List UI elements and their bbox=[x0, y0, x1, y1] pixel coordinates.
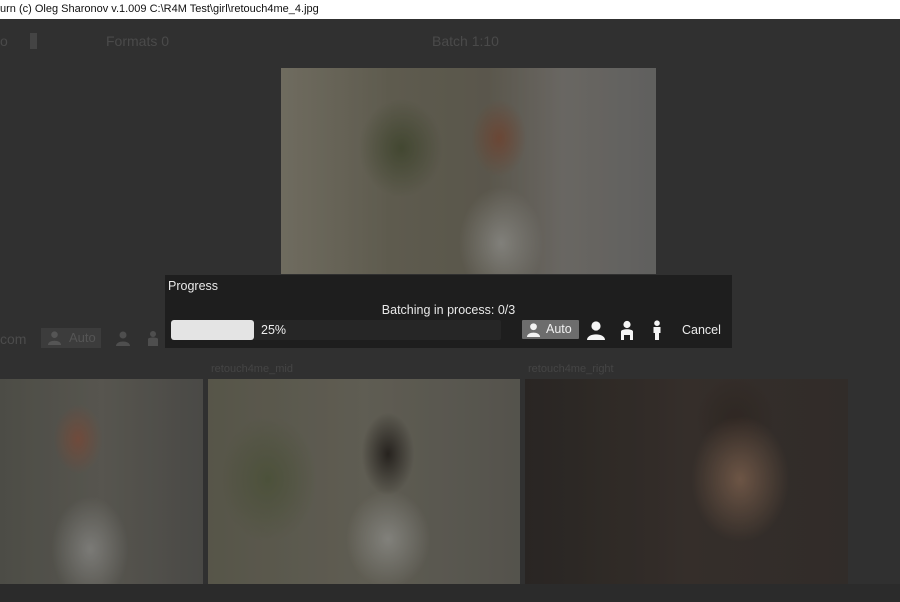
cancel-button[interactable]: Cancel bbox=[682, 323, 721, 337]
main-preview-photo bbox=[281, 68, 656, 274]
background-toolbar-center-text: Formats 0 bbox=[106, 33, 170, 49]
background-side-text: com bbox=[0, 331, 27, 347]
thumbnail-photo-middle[interactable] bbox=[208, 379, 520, 584]
progress-dialog: Progress Batching in process: 0/3 25% Au… bbox=[165, 275, 732, 348]
background-auto-label: Auto bbox=[69, 330, 96, 345]
background-person-icon bbox=[47, 331, 62, 345]
person-half-icon[interactable] bbox=[617, 320, 637, 340]
window-titlebar: urn (c) Oleg Sharonov v.1.009 C:\R4M Tes… bbox=[0, 0, 900, 19]
thumbnail-photo-left[interactable] bbox=[0, 379, 203, 584]
thumbnail-photo-right[interactable] bbox=[525, 379, 848, 584]
thumbnail-label: retouch4me_right bbox=[528, 363, 614, 375]
progress-bar bbox=[171, 320, 501, 340]
background-toolbar-left-text: o bbox=[0, 33, 8, 49]
dialog-title: Progress bbox=[168, 279, 219, 293]
background-portrait-icon bbox=[116, 331, 130, 346]
progress-percent: 25% bbox=[261, 323, 287, 337]
person-full-icon[interactable] bbox=[647, 320, 667, 340]
auto-mode-label: Auto bbox=[546, 322, 572, 336]
background-toolbar-right-text: Batch 1:10 bbox=[432, 33, 499, 49]
background-toolbar: o Formats 0 Batch 1:10 bbox=[0, 33, 900, 53]
person-portrait-icon[interactable] bbox=[586, 320, 606, 340]
bottom-strip bbox=[0, 584, 900, 602]
background-toolbar-handle bbox=[30, 33, 37, 49]
auto-mode-button[interactable]: Auto bbox=[522, 320, 579, 339]
batch-status-text: Batching in process: 0/3 bbox=[381, 303, 516, 317]
window-title: urn (c) Oleg Sharonov v.1.009 C:\R4M Tes… bbox=[0, 3, 319, 15]
app-window: o Formats 0 Batch 1:10 com Auto retouch4… bbox=[0, 19, 900, 602]
background-auto-button: Auto bbox=[41, 328, 101, 348]
background-half-icon bbox=[148, 331, 158, 346]
thumbnail-label: retouch4me_mid bbox=[211, 363, 293, 375]
person-icon bbox=[526, 323, 541, 337]
progress-bar-fill bbox=[171, 320, 254, 340]
